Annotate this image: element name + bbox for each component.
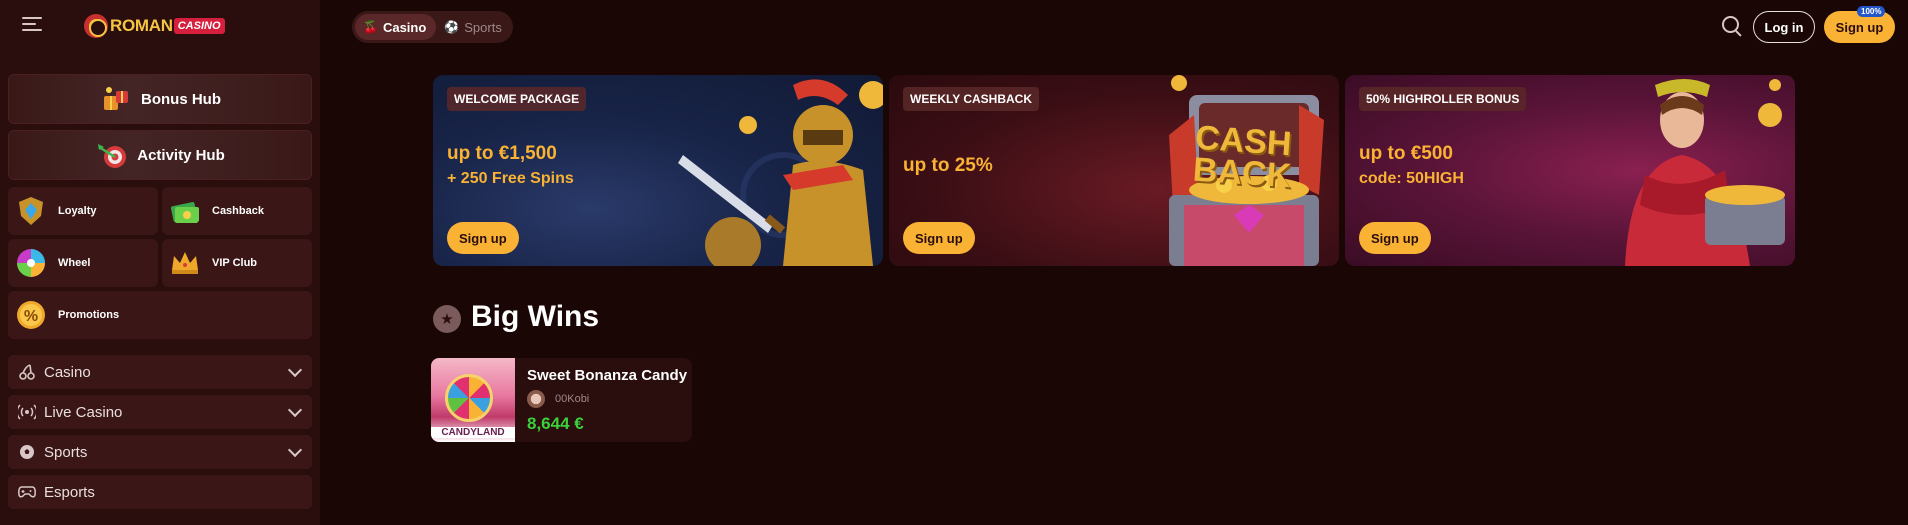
sidebar: ROMAN CASINO Bonus Hub Activity Hub Loya… <box>0 0 320 525</box>
tab-label: Casino <box>382 19 427 35</box>
promo-headline: up to 25% <box>903 155 993 176</box>
activity-hub-button[interactable]: Activity Hub <box>8 130 312 180</box>
big-wins-title: Big Wins <box>471 300 600 333</box>
sidebar-item-esports[interactable]: Esports <box>8 475 312 509</box>
sidebar-tile-loyalty[interactable]: Loyalty <box>8 187 158 235</box>
roman-emperor-icon <box>1625 79 1785 266</box>
promo-subline: code: 50HIGH <box>1359 170 1464 187</box>
gladiator-warrior-icon <box>678 79 883 266</box>
tile-label-loyalty: Loyalty <box>58 205 97 217</box>
tab-sports[interactable]: ⚽ Sports <box>436 14 512 40</box>
activity-hub-label: Activity Hub <box>137 146 225 164</box>
sidebar-item-sports[interactable]: Sports <box>8 435 312 469</box>
bonus-hub-label: Bonus Hub <box>141 90 221 108</box>
logo[interactable]: ROMAN CASINO <box>84 14 225 38</box>
promo-card-highroller[interactable]: 50% HIGHROLLER BONUS up to €500 code: 50… <box>1345 75 1795 266</box>
gamepad-icon <box>18 483 36 501</box>
sidebar-item-label: Live Casino <box>44 403 123 421</box>
svg-text:%: % <box>24 308 38 325</box>
sidebar-item-label: Casino <box>44 363 91 381</box>
gift-boxes-icon <box>104 87 128 110</box>
login-button[interactable]: Log in <box>1753 11 1815 43</box>
sidebar-tile-cashback[interactable]: Cashback <box>162 187 312 235</box>
candy-wheel-icon <box>445 374 493 422</box>
bonus-hub-button[interactable]: Bonus Hub <box>8 74 312 124</box>
big-win-card[interactable]: CANDYLAND Sweet Bonanza Candyland 00Kobi… <box>431 358 692 442</box>
promo-signup-button[interactable]: Sign up <box>447 222 519 254</box>
tile-label-cashback: Cashback <box>212 205 264 217</box>
chevron-down-icon[interactable] <box>287 442 303 458</box>
sidebar-tile-promotions[interactable]: % Promotions <box>8 291 312 339</box>
cashback-art-text: CASH BACK <box>1191 119 1294 196</box>
diamond-shield-icon <box>19 197 43 225</box>
signup-bonus-badge: 100% <box>1857 6 1886 17</box>
broadcast-icon <box>18 403 36 421</box>
star-icon: ★ <box>433 305 461 333</box>
promo-card-welcome[interactable]: WELCOME PACKAGE up to €1,500 + 250 Free … <box>433 75 883 266</box>
win-username: 00Kobi <box>555 393 590 405</box>
tab-label: Sports <box>464 19 502 35</box>
promo-signup-button[interactable]: Sign up <box>903 222 975 254</box>
cashback-art-text-line: BACK <box>1191 150 1293 196</box>
thumbnail-caption: CANDYLAND <box>431 427 515 438</box>
logo-text-roman: ROMAN <box>110 16 173 35</box>
product-tabs: 🍒 Casino ⚽ Sports <box>352 11 513 43</box>
soccer-ball-icon <box>18 443 36 461</box>
logo-text-casino: CASINO <box>173 18 225 34</box>
sidebar-item-live-casino[interactable]: Live Casino <box>8 395 312 429</box>
promo-card-cashback[interactable]: CASH BACK WEEKLY CASHBACK up to 25% Sign… <box>889 75 1339 266</box>
target-dart-icon <box>98 144 127 168</box>
sidebar-item-label: Sports <box>44 443 88 461</box>
chevron-down-icon[interactable] <box>287 362 303 378</box>
game-thumbnail[interactable]: CANDYLAND <box>431 358 515 442</box>
sidebar-item-label: Esports <box>44 483 95 501</box>
percent-coin-icon: % <box>17 301 45 329</box>
promo-subline: + 250 Free Spins <box>447 170 574 187</box>
promo-tag: WEEKLY CASHBACK <box>903 87 1040 111</box>
soccer-ball-icon: ⚽ <box>444 20 460 34</box>
win-amount: 8,644 € <box>527 414 584 433</box>
search-icon[interactable] <box>1722 16 1744 38</box>
promo-headline: up to €500 <box>1359 143 1453 164</box>
cash-stack-icon <box>170 202 199 223</box>
tile-label-promotions: Promotions <box>58 309 120 321</box>
cherry-icon: 🍒 <box>363 20 378 34</box>
hamburger-menu-icon[interactable] <box>22 17 42 33</box>
sidebar-item-casino[interactable]: Casino <box>8 355 312 389</box>
cherry-icon <box>18 363 36 381</box>
avatar <box>527 390 545 408</box>
promo-headline: up to €1,500 <box>447 143 557 164</box>
sidebar-tile-vip-club[interactable]: VIP Club <box>162 239 312 287</box>
promo-tag: WELCOME PACKAGE <box>447 87 587 111</box>
sidebar-header: ROMAN CASINO <box>0 0 320 54</box>
win-game-name[interactable]: Sweet Bonanza Candyland <box>527 367 687 384</box>
promo-signup-button[interactable]: Sign up <box>1359 222 1431 254</box>
logo-emblem-icon <box>84 14 108 38</box>
chevron-down-icon[interactable] <box>287 402 303 418</box>
sidebar-tile-wheel[interactable]: Wheel <box>8 239 158 287</box>
fortune-wheel-icon <box>17 249 45 277</box>
tab-casino[interactable]: 🍒 Casino <box>355 14 437 40</box>
tile-label-wheel: Wheel <box>58 257 91 269</box>
crown-icon <box>172 252 198 274</box>
tile-label-vip-club: VIP Club <box>212 257 258 269</box>
promo-tag: 50% HIGHROLLER BONUS <box>1359 87 1527 111</box>
